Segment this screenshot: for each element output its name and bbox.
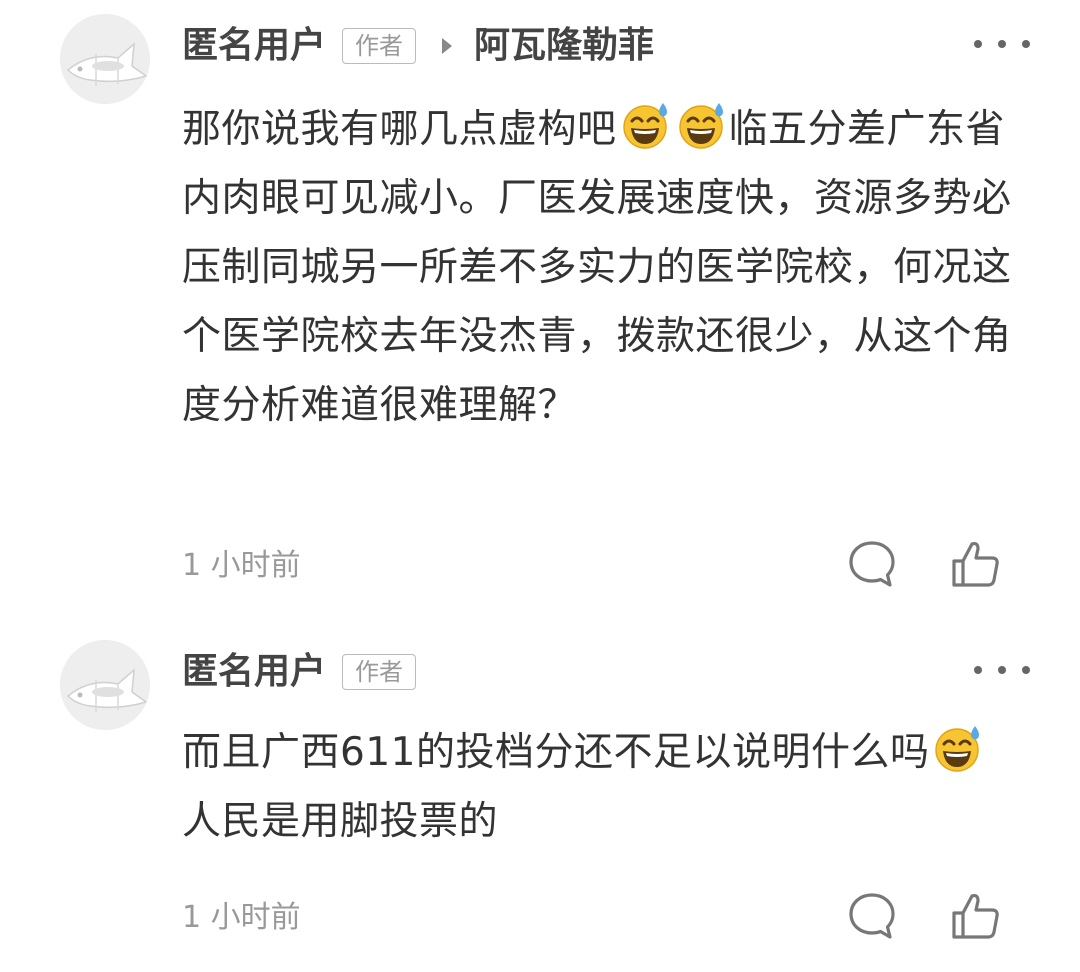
thumbs-up-icon[interactable] <box>948 536 1004 592</box>
user-avatar[interactable] <box>60 640 150 730</box>
timestamp: 1 小时前 <box>182 548 301 583</box>
more-dot <box>998 666 1006 674</box>
more-dot <box>974 40 982 48</box>
comment-body: 那你说我有哪几点虚构吧 临五分差广东省内肉眼可见减小。厂医发展速度快，资源多势必压… <box>182 95 1022 440</box>
fish-avatar-icon <box>60 640 150 730</box>
more-dot <box>1022 666 1030 674</box>
username[interactable]: 匿名用户 <box>182 18 326 74</box>
comment-text: 临五分差广东省内肉眼可见减小。厂医发展速度快，资源多势必压制同城另一所差不多实力… <box>182 107 1012 428</box>
grinning-sweat-emoji <box>619 99 671 151</box>
comment-header: 匿名用户 作者 <box>182 644 1030 700</box>
author-badge: 作者 <box>342 28 417 64</box>
timestamp: 1 小时前 <box>182 900 301 935</box>
comment-text: 人民是用脚投票的 <box>182 799 499 844</box>
more-dot <box>974 666 982 674</box>
comment-footer: 1 小时前 <box>182 888 1004 948</box>
comment-header: 匿名用户 作者 阿瓦隆勒菲 <box>182 18 1030 74</box>
comment-body: 而且广西611的投档分还不足以说明什么吗 人民是用脚投票的 <box>182 718 1022 856</box>
more-dots-icon[interactable] <box>974 38 1030 50</box>
user-avatar[interactable] <box>60 14 150 104</box>
more-dot <box>1022 40 1030 48</box>
thumbs-up-icon[interactable] <box>948 888 1004 944</box>
fish-avatar-icon <box>60 14 150 104</box>
reply-target-username[interactable]: 阿瓦隆勒菲 <box>474 18 654 74</box>
more-dots-icon[interactable] <box>974 664 1030 676</box>
reply-arrow-icon <box>442 38 453 54</box>
grinning-sweat-emoji <box>675 99 727 151</box>
comment-footer: 1 小时前 <box>182 536 1004 596</box>
comment-text: 那你说我有哪几点虚构吧 <box>182 107 617 152</box>
author-badge: 作者 <box>342 654 417 690</box>
comment-bubble-icon[interactable] <box>844 888 900 944</box>
username[interactable]: 匿名用户 <box>182 644 326 700</box>
more-dot <box>998 40 1006 48</box>
comment-text: 而且广西611的投档分还不足以说明什么吗 <box>182 730 930 775</box>
grinning-sweat-emoji <box>931 722 983 774</box>
comment-bubble-icon[interactable] <box>844 536 900 592</box>
